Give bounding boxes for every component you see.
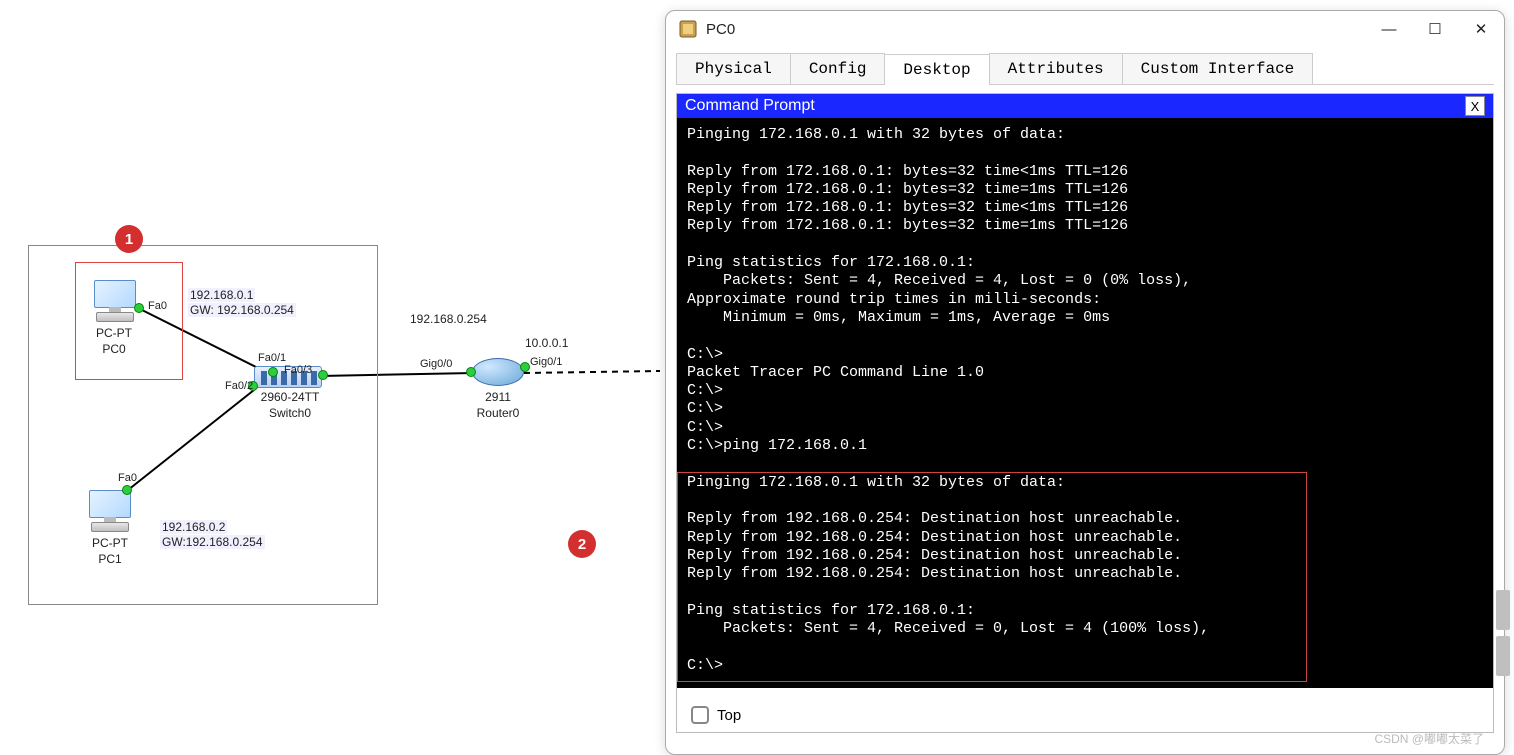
router-name: Router0 [458, 406, 538, 420]
link-dot [466, 367, 476, 377]
window-title: PC0 [706, 21, 735, 38]
callout-1: 1 [115, 225, 143, 253]
pc0-window: PC0 — ☐ ✕ Physical Config Desktop Attrib… [665, 10, 1505, 755]
switch-name: Switch0 [245, 406, 335, 420]
link-dot [318, 370, 328, 380]
node-router[interactable] [472, 358, 524, 386]
terminal-output[interactable]: Pinging 172.168.0.1 with 32 bytes of dat… [677, 118, 1493, 688]
watermark: CSDN @嘟嘟太菜了 [1374, 730, 1484, 747]
pc1-ip: 192.168.0.2 [160, 520, 227, 534]
link-dot [122, 485, 132, 495]
link-dot [134, 303, 144, 313]
maximize-button[interactable]: ☐ [1412, 11, 1458, 47]
node-pc0[interactable] [90, 280, 140, 325]
link-dot [520, 362, 530, 372]
pc1-iface-label: Fa0 [118, 472, 137, 484]
router-icon [472, 358, 524, 386]
top-toggle[interactable]: Top [691, 706, 741, 724]
switch-if1: Fa0/1 [258, 352, 286, 364]
pc0-gw: GW: 192.168.0.254 [188, 303, 296, 317]
topology-canvas[interactable]: 1 2 Fa0 PC-PT PC0 192.168.0.1 GW: 192.16… [0, 0, 660, 753]
tab-desktop[interactable]: Desktop [884, 54, 989, 85]
tab-bar: Physical Config Desktop Attributes Custo… [676, 53, 1494, 85]
titlebar[interactable]: PC0 — ☐ ✕ [666, 11, 1504, 47]
tab-physical[interactable]: Physical [676, 53, 791, 84]
app-icon [678, 19, 698, 39]
command-prompt-header: Command Prompt X [677, 94, 1493, 118]
callout-2: 2 [568, 530, 596, 558]
scrollbar-thumb[interactable] [1496, 590, 1510, 630]
pc1-name: PC1 [82, 552, 138, 566]
switch-model: 2960-24TT [245, 390, 335, 404]
router-ifR: Gig0/1 [530, 356, 562, 368]
tab-attributes[interactable]: Attributes [989, 53, 1123, 84]
pc0-name: PC0 [86, 342, 142, 356]
router-ipL: 192.168.0.254 [410, 312, 487, 326]
pc0-type: PC-PT [86, 326, 142, 340]
node-pc1[interactable] [85, 490, 135, 535]
desktop-tab-content: Command Prompt X Pinging 172.168.0.1 wit… [676, 93, 1494, 733]
pc0-ip: 192.168.0.1 [188, 288, 255, 302]
router-ipR: 10.0.0.1 [525, 336, 568, 350]
switch-if3: Fa0/3 [284, 364, 312, 376]
scrollbar-thumb[interactable] [1496, 636, 1510, 676]
close-button[interactable]: ✕ [1458, 11, 1504, 47]
pc-icon [85, 490, 135, 535]
pc1-gw: GW:192.168.0.254 [160, 535, 265, 549]
checkbox-icon[interactable] [691, 706, 709, 724]
tab-config[interactable]: Config [790, 53, 886, 84]
router-model: 2911 [458, 390, 538, 404]
router-ifL: Gig0/0 [420, 358, 452, 370]
pc-icon [90, 280, 140, 325]
top-label: Top [717, 707, 741, 724]
pc1-type: PC-PT [82, 536, 138, 550]
tab-custom[interactable]: Custom Interface [1122, 53, 1314, 84]
link-dot [268, 367, 278, 377]
minimize-button[interactable]: — [1366, 11, 1412, 47]
cmd-title: Command Prompt [685, 97, 815, 115]
cmd-close-button[interactable]: X [1465, 96, 1485, 116]
pc0-iface-label: Fa0 [148, 300, 167, 312]
